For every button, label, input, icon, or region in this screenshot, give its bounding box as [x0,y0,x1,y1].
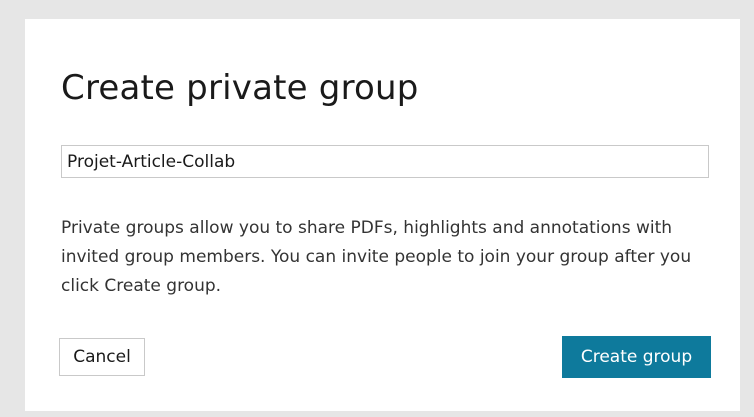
cancel-button[interactable]: Cancel [59,338,145,376]
dialog-description: Private groups allow you to share PDFs, … [61,218,692,296]
dialog-title: Create private group [61,68,419,108]
create-group-dialog: Create private group Private groups allo… [25,19,740,411]
group-name-input[interactable] [61,145,709,178]
create-group-button[interactable]: Create group [562,336,711,378]
